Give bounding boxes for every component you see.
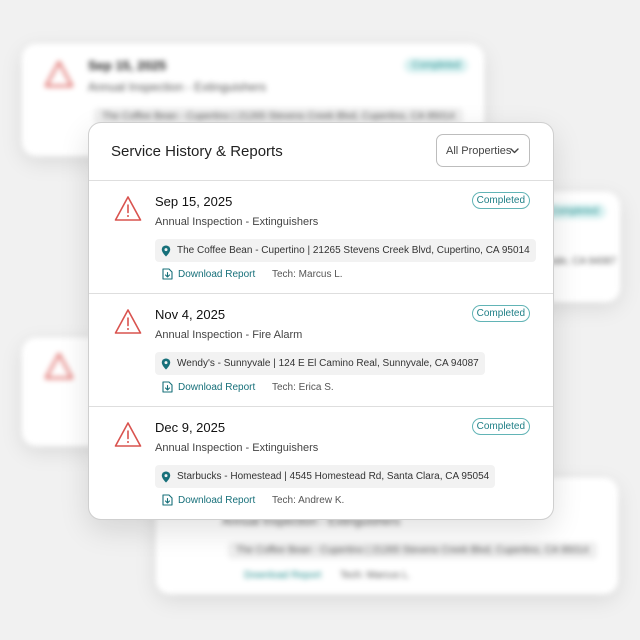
panel-header: Service History & Reports All Properties bbox=[89, 123, 553, 181]
location-chip: The Coffee Bean - Cupertino | 21265 Stev… bbox=[155, 239, 536, 262]
alert-triangle-icon bbox=[114, 309, 142, 334]
service-record: Dec 9, 2025 Annual Inspection - Extingui… bbox=[89, 407, 553, 519]
location-text: Starbucks - Homestead | 4545 Homestead R… bbox=[177, 471, 490, 482]
location-text: Wendy's - Sunnyvale | 124 E El Camino Re… bbox=[177, 358, 479, 369]
status-badge: Completed bbox=[471, 305, 530, 322]
background-date: Sep 15, 2025 bbox=[88, 58, 167, 73]
property-filter-select[interactable]: All Properties bbox=[436, 134, 530, 167]
location-chip: Wendy's - Sunnyvale | 124 E El Camino Re… bbox=[155, 352, 485, 375]
panel-title: Service History & Reports bbox=[111, 143, 283, 160]
background-location: The Coffee Bean - Cupertino | 21265 Stev… bbox=[228, 542, 597, 559]
technician-name: Tech: Marcus L. bbox=[272, 269, 343, 280]
download-icon bbox=[162, 494, 173, 506]
download-report-link[interactable]: Download Report bbox=[162, 268, 255, 280]
service-history-panel: Service History & Reports All Properties… bbox=[88, 122, 554, 520]
status-badge: Completed bbox=[471, 192, 530, 209]
status-badge: Completed bbox=[471, 418, 530, 435]
record-date: Nov 4, 2025 bbox=[155, 307, 226, 322]
background-status: Completed bbox=[404, 58, 469, 73]
property-filter-value: All Properties bbox=[446, 144, 512, 157]
download-report-label: Download Report bbox=[178, 381, 256, 393]
record-service-type: Annual Inspection - Fire Alarm bbox=[155, 329, 303, 341]
background-type: Annual Inspection - Extinguishers bbox=[88, 80, 267, 94]
record-date: Sep 15, 2025 bbox=[155, 194, 233, 209]
background-tech: Tech: Marcus L. bbox=[340, 570, 411, 581]
background-download: Download Report bbox=[244, 570, 322, 581]
alert-triangle-icon bbox=[45, 61, 73, 87]
map-pin-icon bbox=[161, 245, 171, 256]
alert-triangle-icon bbox=[45, 353, 73, 379]
download-report-label: Download Report bbox=[178, 268, 256, 280]
technician-name: Tech: Andrew K. bbox=[272, 495, 345, 506]
location-text: The Coffee Bean - Cupertino | 21265 Stev… bbox=[177, 245, 530, 256]
map-pin-icon bbox=[161, 358, 171, 369]
download-report-link[interactable]: Download Report bbox=[162, 494, 255, 506]
record-date: Dec 9, 2025 bbox=[155, 420, 226, 435]
download-report-link[interactable]: Download Report bbox=[162, 381, 255, 393]
location-chip: Starbucks - Homestead | 4545 Homestead R… bbox=[155, 465, 496, 488]
technician-name: Tech: Erica S. bbox=[272, 382, 334, 393]
record-service-type: Annual Inspection - Extinguishers bbox=[155, 216, 319, 228]
service-record: Sep 15, 2025 Annual Inspection - Extingu… bbox=[89, 181, 553, 294]
alert-triangle-icon bbox=[114, 422, 142, 447]
download-report-label: Download Report bbox=[178, 494, 256, 506]
map-pin-icon bbox=[161, 471, 171, 482]
record-service-type: Annual Inspection - Extinguishers bbox=[155, 442, 319, 454]
download-icon bbox=[162, 268, 173, 280]
service-record: Nov 4, 2025 Annual Inspection - Fire Ala… bbox=[89, 294, 553, 407]
download-icon bbox=[162, 381, 173, 393]
chevron-down-icon bbox=[510, 148, 519, 154]
alert-triangle-icon bbox=[114, 196, 142, 221]
